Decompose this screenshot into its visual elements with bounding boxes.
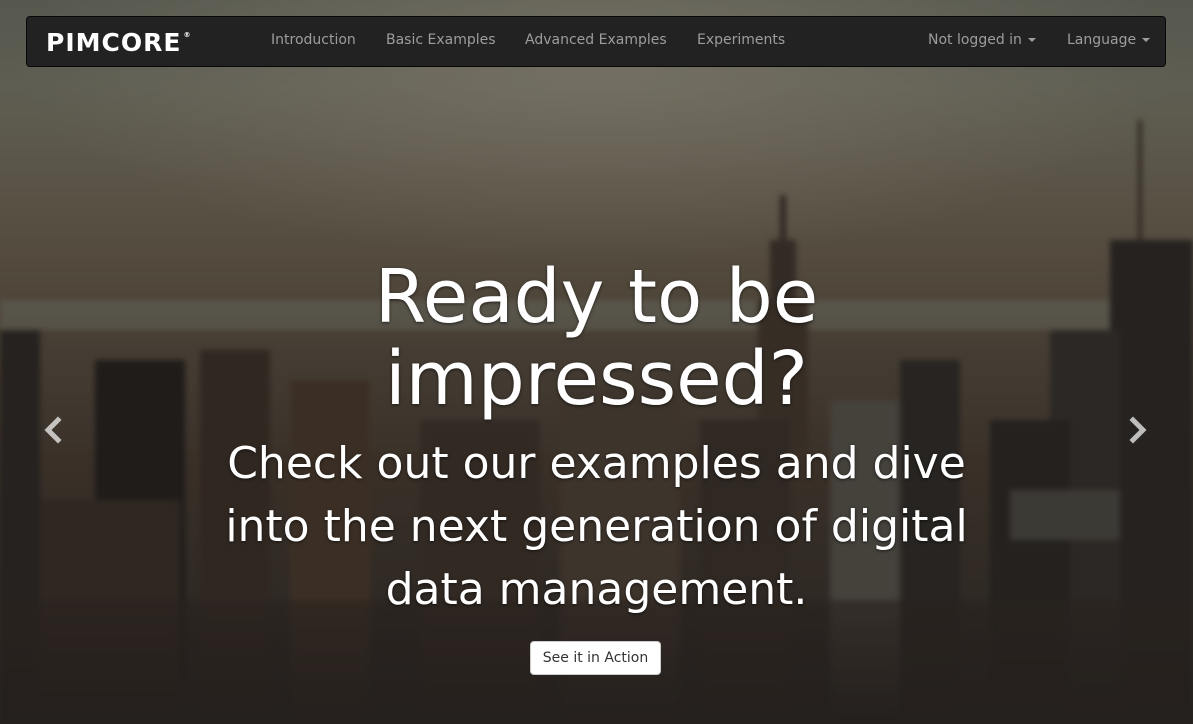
- hero-subtext-line: Check out our examples and dive: [227, 438, 966, 489]
- nav-introduction[interactable]: Introduction: [271, 32, 356, 48]
- caret-down-icon: [1027, 38, 1036, 42]
- login-status-label: Not logged in: [928, 32, 1022, 48]
- hero-headline: Ready to be impressed?: [200, 256, 993, 420]
- login-dropdown[interactable]: Not logged in: [928, 32, 1036, 48]
- caret-down-icon: [1142, 38, 1151, 42]
- hero-headline-line: Ready to be: [374, 254, 819, 340]
- language-dropdown[interactable]: Language: [1067, 32, 1151, 48]
- see-it-in-action-button[interactable]: See it in Action: [530, 641, 661, 675]
- carousel-next-button[interactable]: [1117, 410, 1157, 450]
- language-label: Language: [1067, 32, 1137, 48]
- hero-headline-line: impressed?: [385, 336, 808, 422]
- pimcore-logo[interactable]: PIMCORE ®: [46, 27, 191, 57]
- nav-experiments[interactable]: Experiments: [697, 32, 785, 48]
- hero-subtext-line: into the next generation of digital: [225, 501, 968, 552]
- top-navbar: PIMCORE ® Introduction Basic Examples Ad…: [26, 16, 1166, 67]
- carousel-prev-button[interactable]: [34, 410, 74, 450]
- brand-name: PIMCORE: [46, 27, 182, 57]
- hero-subtext: Check out our examples and dive into the…: [200, 432, 993, 621]
- registered-mark: ®: [183, 31, 192, 39]
- hero-subtext-line: data management.: [385, 564, 808, 615]
- chevron-right-icon: [1129, 416, 1147, 444]
- hero-carousel: PIMCORE ® Introduction Basic Examples Ad…: [0, 0, 1193, 724]
- nav-advanced-examples[interactable]: Advanced Examples: [525, 32, 667, 48]
- nav-basic-examples[interactable]: Basic Examples: [386, 32, 496, 48]
- chevron-left-icon: [44, 416, 62, 444]
